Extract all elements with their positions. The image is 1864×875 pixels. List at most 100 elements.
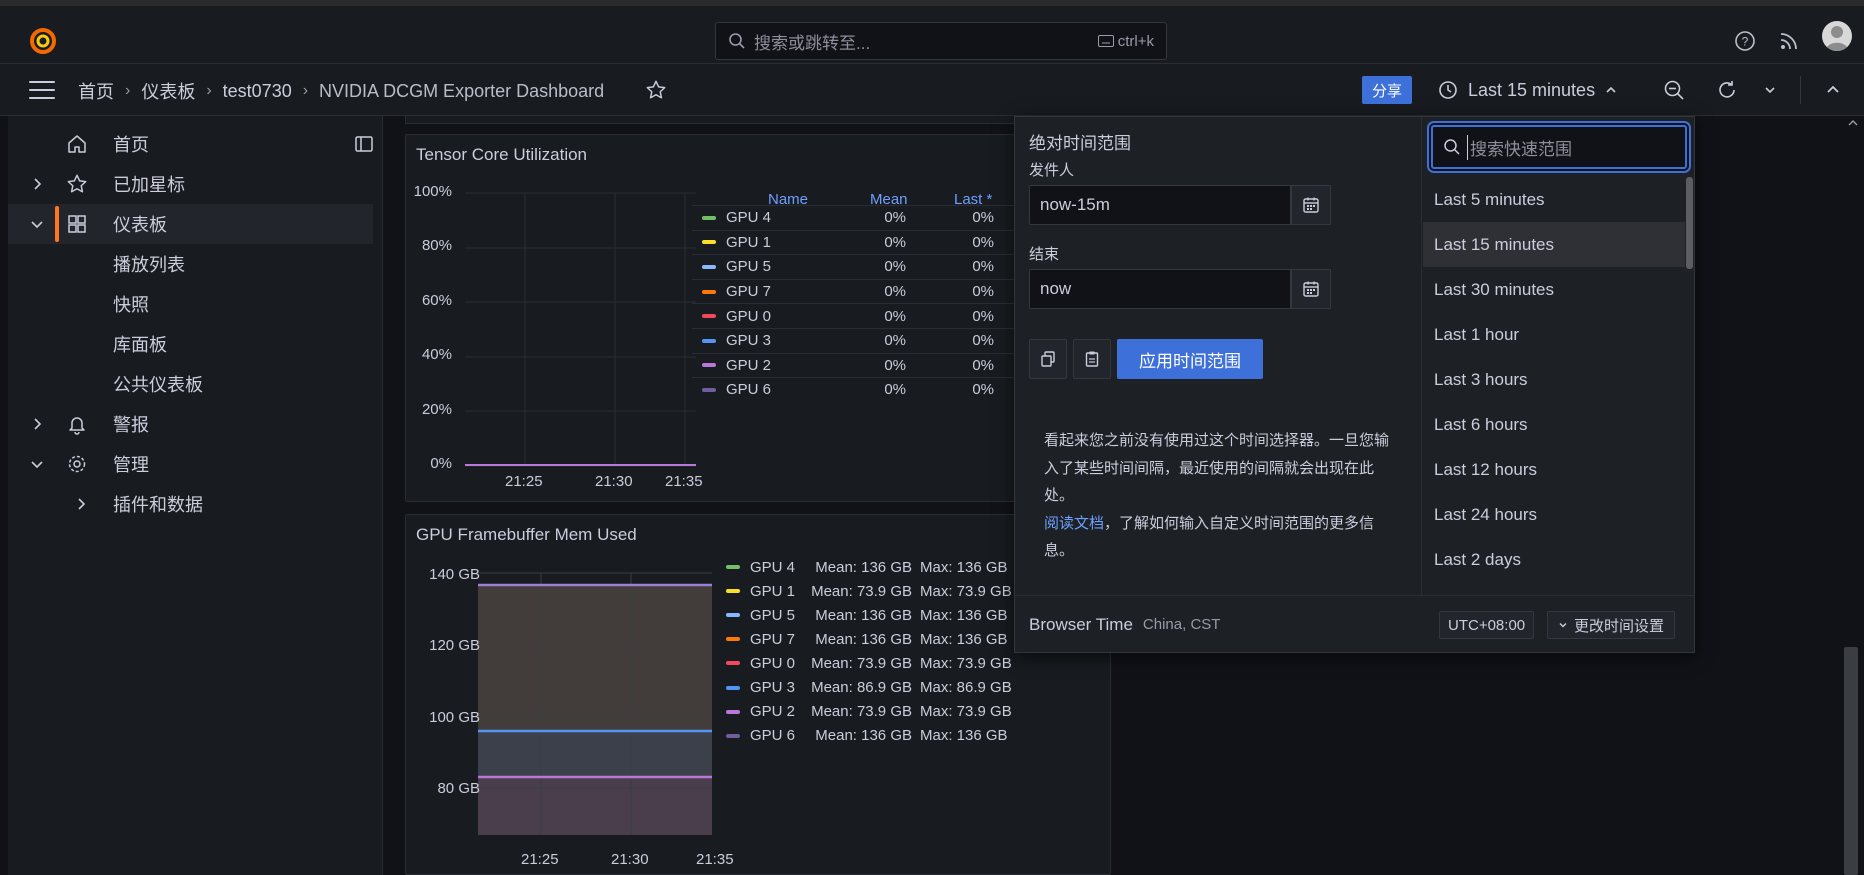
share-button[interactable]: 分享 [1362,76,1413,104]
sidebar-item-dashboards[interactable]: 仪表板 [8,204,373,244]
chevron-down-icon[interactable] [28,455,46,473]
chevron-right-icon[interactable] [28,175,46,193]
legend-last-value: 0% [972,209,994,227]
change-time-settings-button[interactable]: 更改时间设置 [1547,611,1676,639]
sidebar-item-alerting[interactable]: 警报 [8,404,373,444]
legend-row[interactable]: GPU 0 Mean: 73.9 GB Max: 73.9 GB [726,651,1012,675]
legend-row[interactable]: GPU 5 Mean: 136 GB Max: 136 GB [726,603,1008,627]
legend-last-value: 0% [972,356,994,374]
legend-series-name: GPU 7 [750,630,796,648]
legend-row[interactable]: GPU 6 0% 0% [692,377,1036,402]
legend-series-name: GPU 3 [726,332,772,350]
copy-time-range-button[interactable] [1029,339,1067,379]
menu-toggle-icon[interactable] [29,81,55,99]
sidebar-item-home[interactable]: 首页 [8,124,373,164]
grafana-logo-icon[interactable] [28,26,58,56]
sidebar-item-starred[interactable]: 已加星标 [8,164,373,204]
legend-row[interactable]: GPU 4 Mean: 136 GB Max: 136 GB [726,555,1008,579]
panel-above-edge [405,116,1035,124]
help-icon[interactable]: ? [1733,29,1757,53]
legend-row[interactable]: GPU 0 0% 0% [692,303,1036,328]
apply-time-range-button[interactable]: 应用时间范围 [1117,339,1263,379]
sidebar-item-public-dashboards[interactable]: 公共仪表板 [8,364,373,404]
read-docs-link[interactable]: 阅读文档 [1044,515,1104,532]
panel-title[interactable]: Tensor Core Utilization [416,145,587,165]
breadcrumb-home[interactable]: 首页 [78,78,114,104]
timezone-footer: Browser Time China, CST UTC+08:00 更改时间设置 [1015,595,1694,653]
sidebar-item-label: 警报 [113,415,149,435]
legend-row[interactable]: GPU 2 0% 0% [692,352,1036,378]
page-scrollbar[interactable] [1844,647,1858,875]
series-color-swatch [726,685,740,690]
collapse-chevron-up-icon[interactable] [1821,78,1845,102]
to-input[interactable]: now [1029,269,1291,309]
favorite-star-icon[interactable] [645,79,667,101]
zoom-out-icon[interactable] [1662,78,1686,102]
chevron-right-icon[interactable] [28,415,46,433]
quick-range-item[interactable]: Last 12 hours [1423,447,1685,492]
sidebar-item-label: 插件和数据 [113,495,203,515]
legend-row[interactable]: GPU 7 0% 0% [692,278,1036,304]
quick-range-item[interactable]: Last 5 minutes [1423,177,1685,222]
legend-last-value: 0% [972,258,994,276]
time-range-picker-button[interactable]: Last 15 minutes [1438,73,1617,107]
quick-range-item[interactable]: Last 2 days [1423,537,1685,582]
chevron-right-icon[interactable] [72,495,90,513]
quick-range-item[interactable]: Last 1 hour [1423,312,1685,357]
sidebar-item-library-panels[interactable]: 库面板 [8,324,373,364]
legend-row[interactable]: GPU 5 0% 0% [692,254,1036,279]
quick-range-search-input[interactable]: 搜索快速范围 [1431,125,1687,169]
sidebar-item-administration[interactable]: 管理 [8,444,373,484]
panel-title[interactable]: GPU Framebuffer Mem Used [416,525,637,545]
from-calendar-button[interactable] [1291,185,1331,225]
refresh-interval-chevron-down-icon[interactable] [1758,78,1782,102]
scroll-up-arrow-icon[interactable] [1846,116,1860,130]
legend-row[interactable]: GPU 1 0% 0% [692,229,1036,255]
search-shortcut: ctrl+k [1097,33,1154,50]
legend-last-value: 0% [972,307,994,325]
quick-range-item[interactable]: Last 24 hours [1423,492,1685,537]
legend-mean-value: 0% [884,332,906,350]
sidebar-item-snapshots[interactable]: 快照 [8,284,373,324]
to-calendar-button[interactable] [1291,269,1331,309]
series-color-swatch [726,709,740,714]
quick-ranges-scrollbar[interactable] [1686,177,1693,269]
legend-series-name: GPU 1 [750,582,796,600]
quick-range-item[interactable]: Last 30 minutes [1423,267,1685,312]
legend-mean-value: 0% [884,381,906,399]
legend-row[interactable]: GPU 6 Mean: 136 GB Max: 136 GB [726,724,1008,748]
rss-news-icon[interactable] [1777,29,1801,53]
user-avatar[interactable] [1822,21,1852,51]
legend-row[interactable]: GPU 4 0% 0% [692,205,1036,230]
refresh-icon[interactable] [1715,78,1739,102]
x-tick: 21:30 [595,473,633,490]
legend-mean-value: 0% [884,307,906,325]
paste-time-range-button[interactable] [1073,339,1111,379]
sidebar-item-label: 播放列表 [113,255,185,275]
star-icon [67,174,87,193]
breadcrumb-dashboards[interactable]: 仪表板 [141,78,195,104]
from-input[interactable]: now-15m [1029,185,1291,225]
series-color-swatch [726,637,740,642]
quick-range-item[interactable]: Last 3 hours [1423,357,1685,402]
legend-mean-value: 0% [884,258,906,276]
legend-row[interactable]: GPU 7 Mean: 136 GB Max: 136 GB [726,627,1008,651]
series-color-swatch [702,363,716,368]
global-search-input[interactable]: 搜索或跳转至... ctrl+k [715,22,1167,60]
legend-row[interactable]: GPU 3 Mean: 86.9 GB Max: 86.9 GB [726,676,1012,700]
legend-row[interactable]: GPU 3 0% 0% [692,328,1036,353]
series-color-swatch [702,387,716,392]
chevron-down-icon [1559,623,1567,628]
sidebar-item-plugins-and-data[interactable]: 插件和数据 [8,484,373,524]
breadcrumb: 首页 › 仪表板 › test0730 › NVIDIA DCGM Export… [78,78,604,104]
legend-last-value: 0% [972,283,994,301]
legend-series-name: GPU 4 [726,209,772,227]
x-tick: 21:25 [521,851,559,868]
quick-range-item[interactable]: Last 6 hours [1423,402,1685,447]
quick-range-item[interactable]: Last 15 minutes [1423,222,1685,267]
legend-row[interactable]: GPU 2 Mean: 73.9 GB Max: 73.9 GB [726,700,1012,724]
sidebar-item-playlists[interactable]: 播放列表 [8,244,373,284]
chevron-down-icon[interactable] [28,215,46,233]
legend-row[interactable]: GPU 1 Mean: 73.9 GB Max: 73.9 GB [726,579,1012,603]
breadcrumb-folder[interactable]: test0730 [223,81,292,102]
